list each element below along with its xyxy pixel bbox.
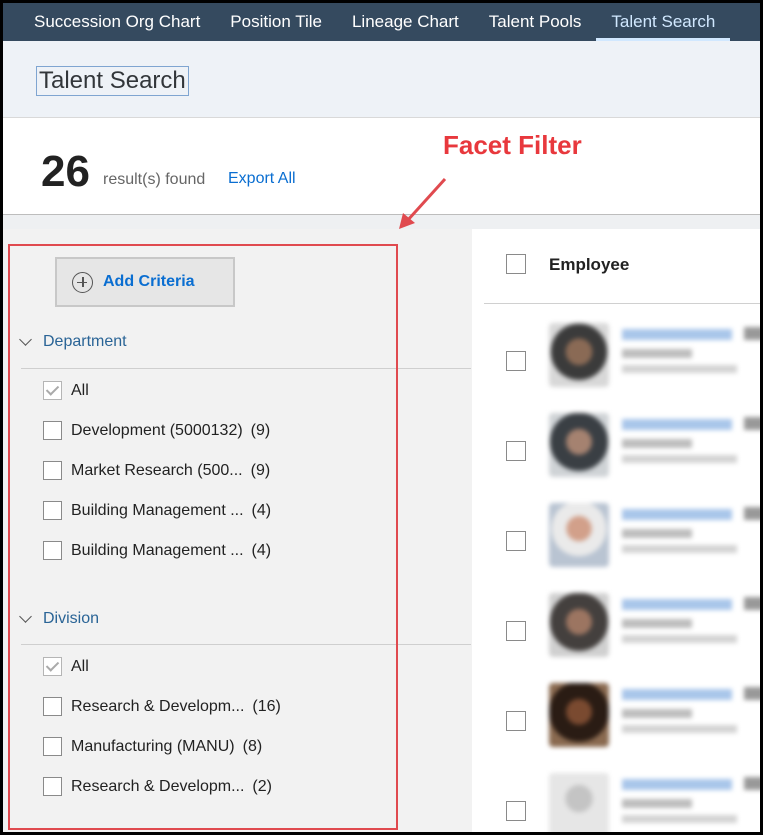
facet-option[interactable]: Manufacturing (MANU) (8) [43, 737, 262, 756]
facet-option-label: All [71, 657, 89, 675]
checkbox[interactable] [43, 541, 62, 560]
result-count: 26 [41, 147, 90, 196]
row-checkbox[interactable] [506, 801, 526, 821]
employee-photo [549, 593, 609, 657]
employee-row[interactable] [472, 323, 760, 413]
employee-photo [549, 503, 609, 567]
checkbox[interactable] [43, 421, 62, 440]
facet-option-count: (8) [242, 737, 263, 755]
facet-option-label: Manufacturing (MANU) [71, 737, 235, 755]
facet-option-label: All [71, 381, 89, 399]
facet-option[interactable]: All [43, 381, 89, 400]
employee-row[interactable] [472, 773, 760, 832]
facet-option[interactable]: Building Management ... (4) [43, 501, 271, 520]
add-circle-icon [72, 271, 93, 293]
divider [21, 368, 471, 369]
checkbox-checked[interactable] [43, 381, 62, 400]
facet-option-count: (9) [250, 421, 271, 439]
facet-option-count: (2) [252, 777, 272, 795]
checkbox[interactable] [43, 501, 62, 520]
checkbox[interactable] [43, 737, 62, 756]
app-window: Succession Org Chart Position Tile Linea… [0, 0, 763, 835]
employee-photo [549, 413, 609, 477]
export-all-link[interactable]: Export All [228, 170, 296, 188]
chevron-down-icon [19, 333, 32, 346]
facet-group-department[interactable]: Department [19, 333, 127, 351]
checkbox[interactable] [43, 461, 62, 480]
facet-filter-annotation: Facet Filter [443, 130, 582, 160]
employee-details-blurred [622, 323, 760, 373]
add-criteria-label: Add Criteria [103, 273, 195, 290]
tab-talent-search[interactable]: Talent Search [596, 3, 730, 41]
facet-option-count: (16) [252, 697, 281, 715]
row-checkbox[interactable] [506, 621, 526, 641]
facet-option[interactable]: Research & Developm... (16) [43, 697, 281, 716]
row-checkbox[interactable] [506, 441, 526, 461]
checkbox-checked[interactable] [43, 657, 62, 676]
facet-option-label: Building Management ... [71, 501, 244, 519]
employee-details-blurred [622, 413, 760, 463]
employee-details-blurred [622, 773, 760, 823]
facet-group-division[interactable]: Division [19, 610, 100, 628]
tab-position-tile[interactable]: Position Tile [215, 3, 337, 41]
employee-photo-placeholder [549, 773, 609, 832]
facet-option[interactable]: Building Management ... (4) [43, 541, 271, 560]
employee-row[interactable] [472, 503, 760, 593]
employee-details-blurred [622, 503, 760, 553]
row-checkbox[interactable] [506, 711, 526, 731]
add-criteria-button[interactable]: Add Criteria [55, 257, 235, 307]
facet-option-label: Building Management ... [71, 541, 244, 559]
facet-group-title: Division [43, 610, 100, 627]
facet-option-label: Research & Developm... [71, 777, 245, 795]
employee-row[interactable] [472, 683, 760, 773]
page-header: Talent Search [3, 41, 760, 118]
employee-details-blurred [622, 683, 760, 733]
chevron-down-icon [19, 610, 32, 623]
annotation-arrow-icon [399, 177, 447, 229]
row-checkbox[interactable] [506, 351, 526, 371]
facet-option-count: (4) [251, 541, 272, 559]
select-all-checkbox[interactable] [506, 254, 526, 274]
facet-option[interactable]: Research & Developm... (2) [43, 777, 272, 796]
facet-group-title: Department [43, 333, 127, 350]
employee-row[interactable] [472, 413, 760, 503]
facet-option-count: (4) [251, 501, 272, 519]
employee-photo [549, 323, 609, 387]
employee-list: Employee [472, 229, 760, 832]
facet-option[interactable]: All [43, 657, 89, 676]
employee-row[interactable] [472, 593, 760, 683]
top-navigation: Succession Org Chart Position Tile Linea… [3, 3, 760, 41]
facet-option[interactable]: Market Research (500... (9) [43, 461, 270, 480]
divider [21, 644, 471, 645]
facet-option-count: (9) [250, 461, 271, 479]
employee-column-header: Employee [484, 229, 760, 304]
facet-option-label: Development (5000132) [71, 421, 243, 439]
employee-details-blurred [622, 593, 760, 643]
employee-photo [549, 683, 609, 747]
separator [3, 215, 760, 229]
tab-lineage-chart[interactable]: Lineage Chart [337, 3, 474, 41]
facet-option-label: Market Research (500... [71, 461, 243, 479]
checkbox[interactable] [43, 777, 62, 796]
employee-column-label: Employee [549, 255, 630, 274]
results-bar: 26 result(s) found Export All [3, 119, 760, 215]
page-title: Talent Search [36, 66, 189, 96]
checkbox[interactable] [43, 697, 62, 716]
result-label: result(s) found [103, 171, 206, 188]
facet-option[interactable]: Development (5000132) (9) [43, 421, 270, 440]
facet-option-label: Research & Developm... [71, 697, 245, 715]
tab-talent-pools[interactable]: Talent Pools [474, 3, 597, 41]
tab-succession-org-chart[interactable]: Succession Org Chart [3, 3, 215, 41]
row-checkbox[interactable] [506, 531, 526, 551]
